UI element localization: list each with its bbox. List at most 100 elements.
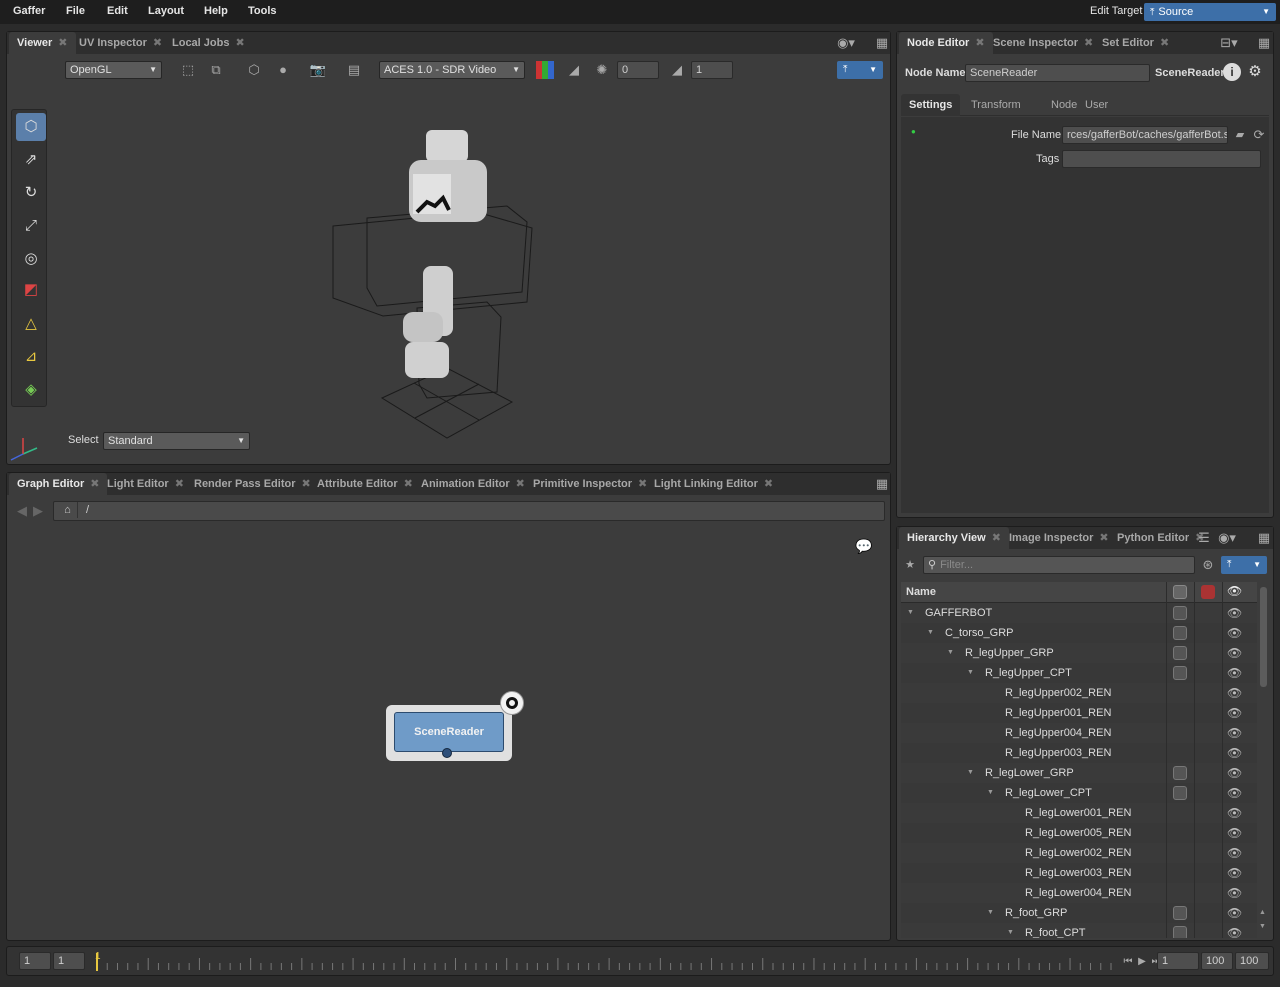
menu-lines-icon[interactable]: ☰ [1195, 529, 1213, 547]
close-icon[interactable]: ✖ [404, 478, 413, 490]
tab-viewer[interactable]: Viewer ✖ [9, 32, 76, 54]
target-icon[interactable]: ◉▾ [1213, 529, 1241, 547]
set-membership-icon[interactable] [1173, 766, 1187, 780]
tab-render-pass-editor[interactable]: Render Pass Editor ✖ [186, 473, 319, 495]
section-tab-transform[interactable]: Transform [963, 94, 1029, 116]
annotation-icon[interactable]: 💬 [855, 537, 873, 555]
visibility-column-icon[interactable]: 👁 [1227, 584, 1242, 598]
tab-local-jobs[interactable]: Local Jobs ✖ [164, 32, 253, 54]
visibility-eye-icon[interactable]: 👁 [1227, 843, 1242, 863]
gamma-ramp-icon[interactable]: ◢ [668, 61, 686, 79]
tab-attribute-editor[interactable]: Attribute Editor ✖ [309, 473, 421, 495]
tab-hierarchy-view[interactable]: Hierarchy View ✖ [899, 527, 1009, 549]
filter-input[interactable]: ⚲ Filter... [923, 556, 1195, 574]
star-icon[interactable]: ★ [901, 556, 919, 574]
tab-primitive-inspector[interactable]: Primitive Inspector ✖ [525, 473, 655, 495]
edit-target-dropdown[interactable]: ⤒ Source ▼ [1144, 3, 1276, 21]
node-name-field[interactable]: SceneReader [965, 64, 1150, 82]
wireframe-cubes-icon[interactable]: ⧉ [207, 61, 225, 79]
folder-icon[interactable]: ▰ [1231, 126, 1249, 144]
close-icon[interactable]: ✖ [175, 478, 184, 490]
close-icon[interactable]: ✖ [975, 37, 984, 49]
start-frame-inner-field[interactable]: 1 [53, 952, 85, 970]
tree-row[interactable]: ▼ GAFFERBOT 👁 [901, 603, 1257, 623]
tree-row[interactable]: ▼ R_foot_GRP 👁 [901, 903, 1257, 923]
gear-icon[interactable]: ⚙ [1246, 63, 1264, 81]
sphere-icon[interactable]: ● [274, 61, 292, 79]
tab-uv-inspector[interactable]: UV Inspector ✖ [71, 32, 170, 54]
end-frame-inner-field[interactable]: 100 [1201, 952, 1233, 970]
tree-row[interactable]: ▼ C_torso_GRP 👁 [901, 623, 1257, 643]
tab-light-editor[interactable]: Light Editor ✖ [99, 473, 192, 495]
layout-grid-icon[interactable]: ▦ [873, 475, 891, 493]
set-membership-icon[interactable] [1173, 626, 1187, 640]
visibility-eye-icon[interactable]: 👁 [1227, 703, 1242, 723]
tree-row[interactable]: R_legUpper003_REN 👁 [901, 743, 1257, 763]
node-output-plug[interactable] [442, 748, 452, 758]
visibility-eye-icon[interactable]: 👁 [1227, 663, 1242, 683]
tree-row[interactable]: R_legLower005_REN 👁 [901, 823, 1257, 843]
visibility-eye-icon[interactable]: 👁 [1227, 903, 1242, 923]
camera-icon[interactable]: 📷 [309, 61, 327, 79]
tree-row[interactable]: R_legLower004_REN 👁 [901, 883, 1257, 903]
close-icon[interactable]: ✖ [516, 478, 525, 490]
display-transform-dropdown[interactable]: ACES 1.0 - SDR Video ▼ [379, 61, 525, 79]
timeline-ruler[interactable] [89, 951, 1119, 973]
close-icon[interactable]: ✖ [992, 532, 1001, 544]
scroll-up-icon[interactable]: ▲ [1259, 909, 1266, 916]
set-filter-icon[interactable]: ⊛ [1199, 556, 1217, 574]
expand-triangle-icon[interactable]: ▼ [947, 643, 954, 663]
menu-help[interactable]: Help [204, 5, 228, 17]
shading-box-icon[interactable]: ⬚ [179, 61, 197, 79]
tab-scene-inspector[interactable]: Scene Inspector ✖ [985, 32, 1101, 54]
cube-icon[interactable]: ⬡ [245, 61, 263, 79]
tree-row[interactable]: ▼ R_legUpper_CPT 👁 [901, 663, 1257, 683]
graph-path-bar[interactable]: ⌂ / [53, 501, 885, 521]
visibility-eye-icon[interactable]: 👁 [1227, 863, 1242, 883]
close-icon[interactable]: ✖ [1099, 532, 1108, 544]
close-icon[interactable]: ✖ [235, 37, 244, 49]
vertical-scrollbar[interactable]: ▲ ▼ [1259, 587, 1269, 935]
visibility-eye-icon[interactable]: 👁 [1227, 803, 1242, 823]
viewer-lookthrough-dropdown[interactable]: ⤒ ▼ [837, 61, 883, 79]
rgb-channels-icon[interactable] [536, 61, 554, 79]
close-icon[interactable]: ✖ [153, 37, 162, 49]
tab-graph-editor[interactable]: Graph Editor ✖ [9, 473, 108, 495]
visibility-eye-icon[interactable]: 👁 [1227, 783, 1242, 803]
scene-reader-node[interactable]: SceneReader [386, 705, 512, 761]
visibility-eye-icon[interactable]: 👁 [1227, 623, 1242, 643]
close-icon[interactable]: ✖ [1160, 37, 1169, 49]
set-membership-icon[interactable] [1173, 906, 1187, 920]
tab-node-editor[interactable]: Node Editor ✖ [899, 32, 993, 54]
refresh-icon[interactable]: ⟳ [1250, 126, 1268, 144]
visibility-eye-icon[interactable]: 👁 [1227, 723, 1242, 743]
tree-row[interactable]: ▼ R_legLower_CPT 👁 [901, 783, 1257, 803]
tags-field[interactable] [1062, 150, 1261, 168]
layout-grid-icon[interactable]: ▦ [873, 34, 891, 52]
inclusions-column-icon[interactable] [1201, 585, 1215, 599]
section-tab-settings[interactable]: Settings [901, 94, 961, 116]
tab-animation-editor[interactable]: Animation Editor ✖ [413, 473, 533, 495]
file-name-field[interactable]: rces/gafferBot/caches/gafferBot.scc [1062, 126, 1228, 144]
close-icon[interactable]: ✖ [764, 478, 773, 490]
menu-file[interactable]: File [66, 5, 85, 17]
visibility-eye-icon[interactable]: 👁 [1227, 683, 1242, 703]
home-icon[interactable]: ⌂ [58, 502, 78, 518]
expand-triangle-icon[interactable]: ▼ [967, 663, 974, 683]
tree-row[interactable]: R_legLower003_REN 👁 [901, 863, 1257, 883]
tree-row[interactable]: R_legUpper002_REN 👁 [901, 683, 1257, 703]
exposure-aperture-icon[interactable]: ✺ [593, 61, 611, 79]
current-frame-field[interactable]: 1 [1157, 952, 1199, 970]
expand-triangle-icon[interactable]: ▼ [1007, 923, 1014, 938]
tree-row[interactable]: ▼ R_foot_CPT 👁 [901, 923, 1257, 938]
section-tab-user[interactable]: User [1077, 94, 1116, 116]
info-icon[interactable]: i [1223, 63, 1241, 81]
gain-ramp-icon[interactable]: ◢ [565, 61, 583, 79]
set-membership-icon[interactable] [1173, 646, 1187, 660]
tree-row[interactable]: R_legLower001_REN 👁 [901, 803, 1257, 823]
select-mode-dropdown[interactable]: Standard ▼ [103, 432, 250, 450]
tree-row[interactable]: ▼ R_legUpper_GRP 👁 [901, 643, 1257, 663]
tree-row[interactable]: ▼ R_legLower_GRP 👁 [901, 763, 1257, 783]
sets-column-icon[interactable] [1173, 585, 1187, 599]
expand-triangle-icon[interactable]: ▼ [927, 623, 934, 643]
